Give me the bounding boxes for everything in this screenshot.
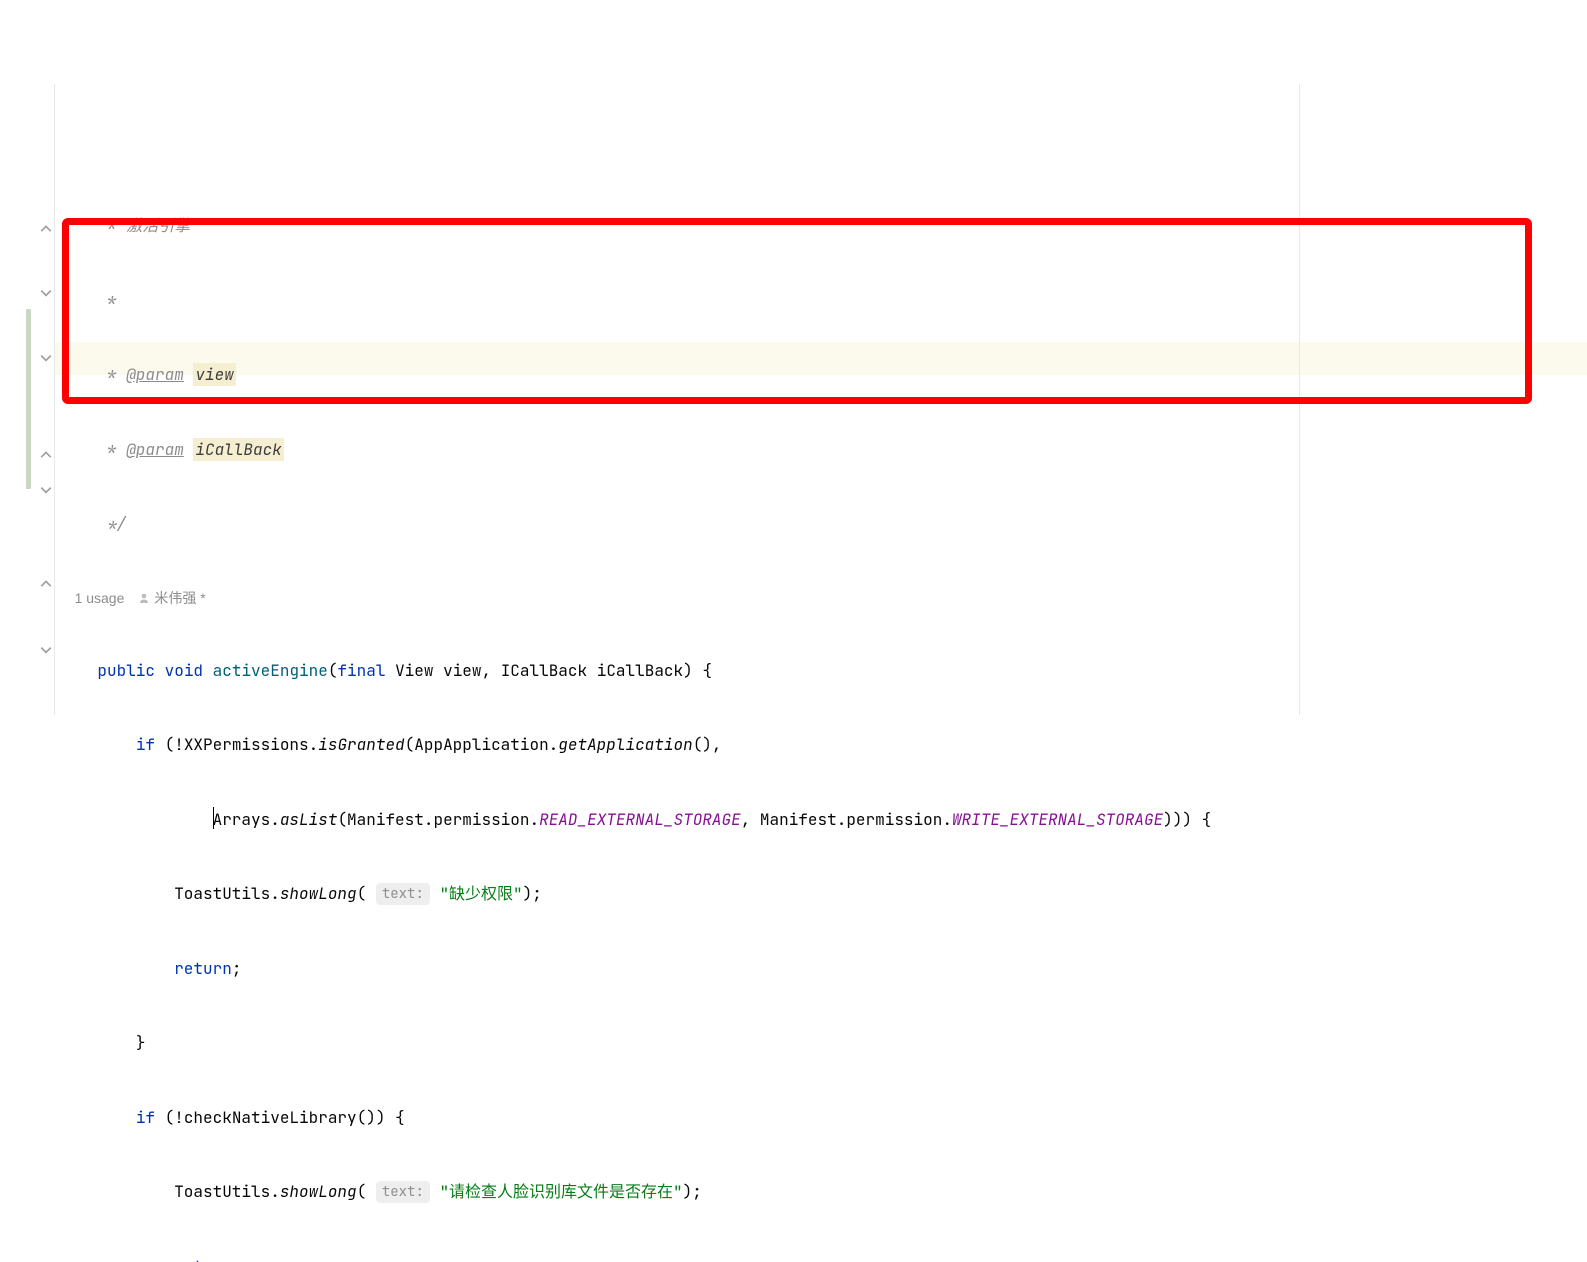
code-line: return; — [59, 958, 241, 979]
editor-gutter[interactable] — [0, 84, 55, 715]
comment-text: * — [59, 290, 117, 311]
author-name[interactable]: 米伟强 * — [154, 590, 205, 606]
fold-icon[interactable] — [40, 287, 52, 299]
comment-text: * — [59, 364, 126, 385]
code-line: if (!checkNativeLibrary()) { — [59, 1107, 405, 1128]
code-line: return; — [59, 1256, 241, 1262]
code-line: Arrays.asList(Manifest.permission.READ_E… — [59, 809, 1211, 830]
parameter-hint: text: — [376, 1181, 430, 1203]
javadoc-tag: @param — [126, 439, 184, 460]
right-margin-guide — [1299, 84, 1300, 715]
fold-icon[interactable] — [40, 450, 52, 462]
fold-icon[interactable] — [40, 579, 52, 591]
fold-icon[interactable] — [40, 644, 52, 656]
change-marker[interactable] — [26, 309, 31, 489]
fold-icon[interactable] — [40, 352, 52, 364]
comment-text: */ — [59, 513, 126, 534]
code-line: ToastUtils.showLong( text: "请检查人脸识别库文件是否… — [59, 1181, 702, 1202]
fold-icon[interactable] — [40, 484, 52, 496]
code-line: ToastUtils.showLong( text: "缺少权限"); — [59, 883, 542, 904]
javadoc-tag: @param — [126, 364, 184, 385]
code-line: if (!XXPermissions.isGranted(AppApplicat… — [59, 734, 722, 755]
code-editor[interactable]: * 激活引擎 * * @param view * @param iCallBac… — [55, 84, 1587, 715]
code-line: } — [59, 1032, 145, 1053]
javadoc-param: view — [193, 363, 235, 386]
comment-text: * 激活引擎 — [59, 215, 190, 236]
author-icon — [138, 584, 150, 614]
comment-text: * — [59, 439, 126, 460]
fold-icon[interactable] — [40, 224, 52, 236]
javadoc-param: iCallBack — [193, 438, 283, 461]
code-line: public void activeEngine(final View view… — [59, 660, 712, 681]
parameter-hint: text: — [376, 883, 430, 905]
usage-count[interactable]: 1 usage米伟强 * — [59, 590, 206, 606]
